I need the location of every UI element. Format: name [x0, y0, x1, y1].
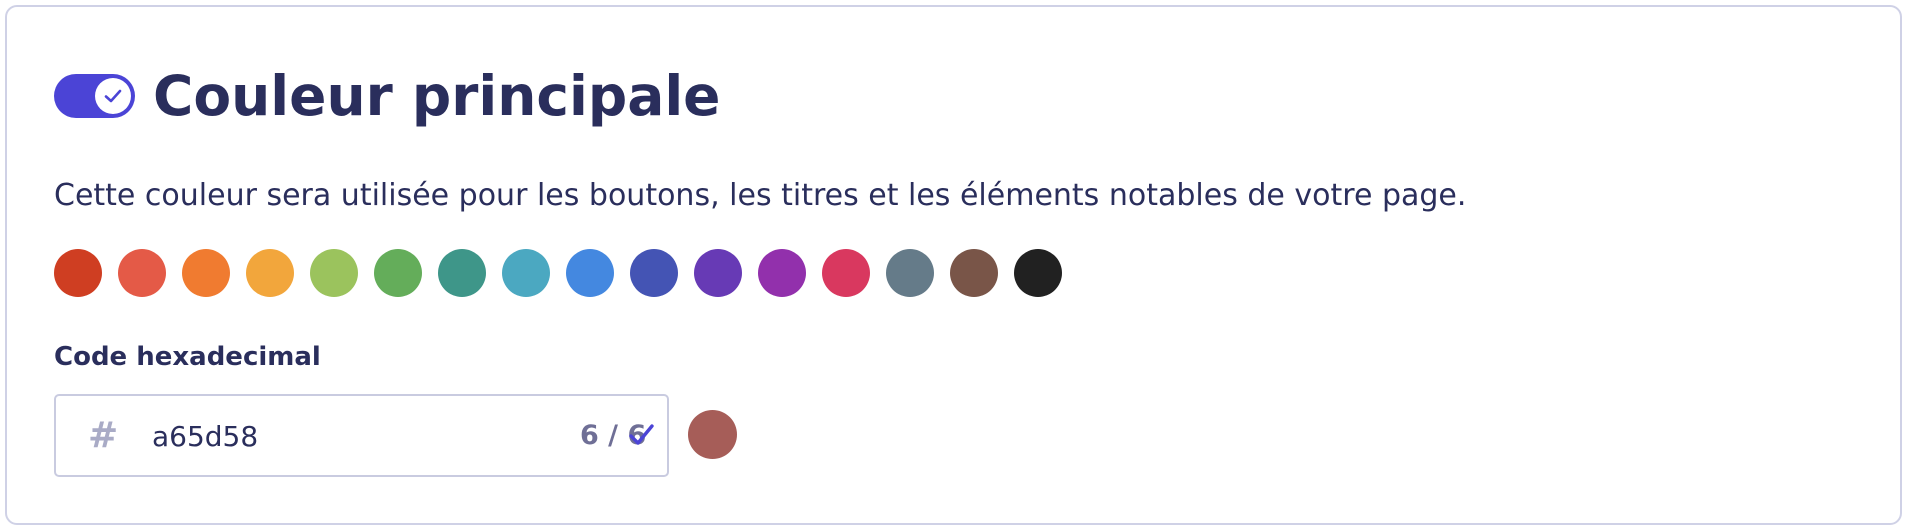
color-swatch[interactable]	[1014, 249, 1062, 297]
color-swatch[interactable]	[438, 249, 486, 297]
color-swatch[interactable]	[502, 249, 550, 297]
color-swatch[interactable]	[54, 249, 102, 297]
check-icon	[104, 89, 122, 103]
color-swatch[interactable]	[694, 249, 742, 297]
section-description: Cette couleur sera utilisée pour les bou…	[54, 178, 1467, 213]
color-swatch[interactable]	[822, 249, 870, 297]
color-swatch[interactable]	[246, 249, 294, 297]
hex-code-input[interactable]	[152, 412, 472, 460]
color-swatch[interactable]	[118, 249, 166, 297]
hex-code-label: Code hexadecimal	[54, 342, 321, 372]
color-swatch[interactable]	[630, 249, 678, 297]
color-swatch[interactable]	[886, 249, 934, 297]
color-swatch[interactable]	[566, 249, 614, 297]
color-preview	[688, 410, 737, 459]
main-color-toggle[interactable]	[54, 74, 135, 118]
valid-check-icon	[629, 424, 654, 445]
color-swatch[interactable]	[758, 249, 806, 297]
color-swatch[interactable]	[310, 249, 358, 297]
hex-code-field: # 6 / 6	[54, 394, 669, 477]
color-swatch[interactable]	[374, 249, 422, 297]
color-swatch[interactable]	[950, 249, 998, 297]
hash-icon: #	[88, 415, 119, 456]
section-title: Couleur principale	[153, 64, 721, 128]
toggle-knob	[95, 78, 131, 114]
color-swatch[interactable]	[182, 249, 230, 297]
